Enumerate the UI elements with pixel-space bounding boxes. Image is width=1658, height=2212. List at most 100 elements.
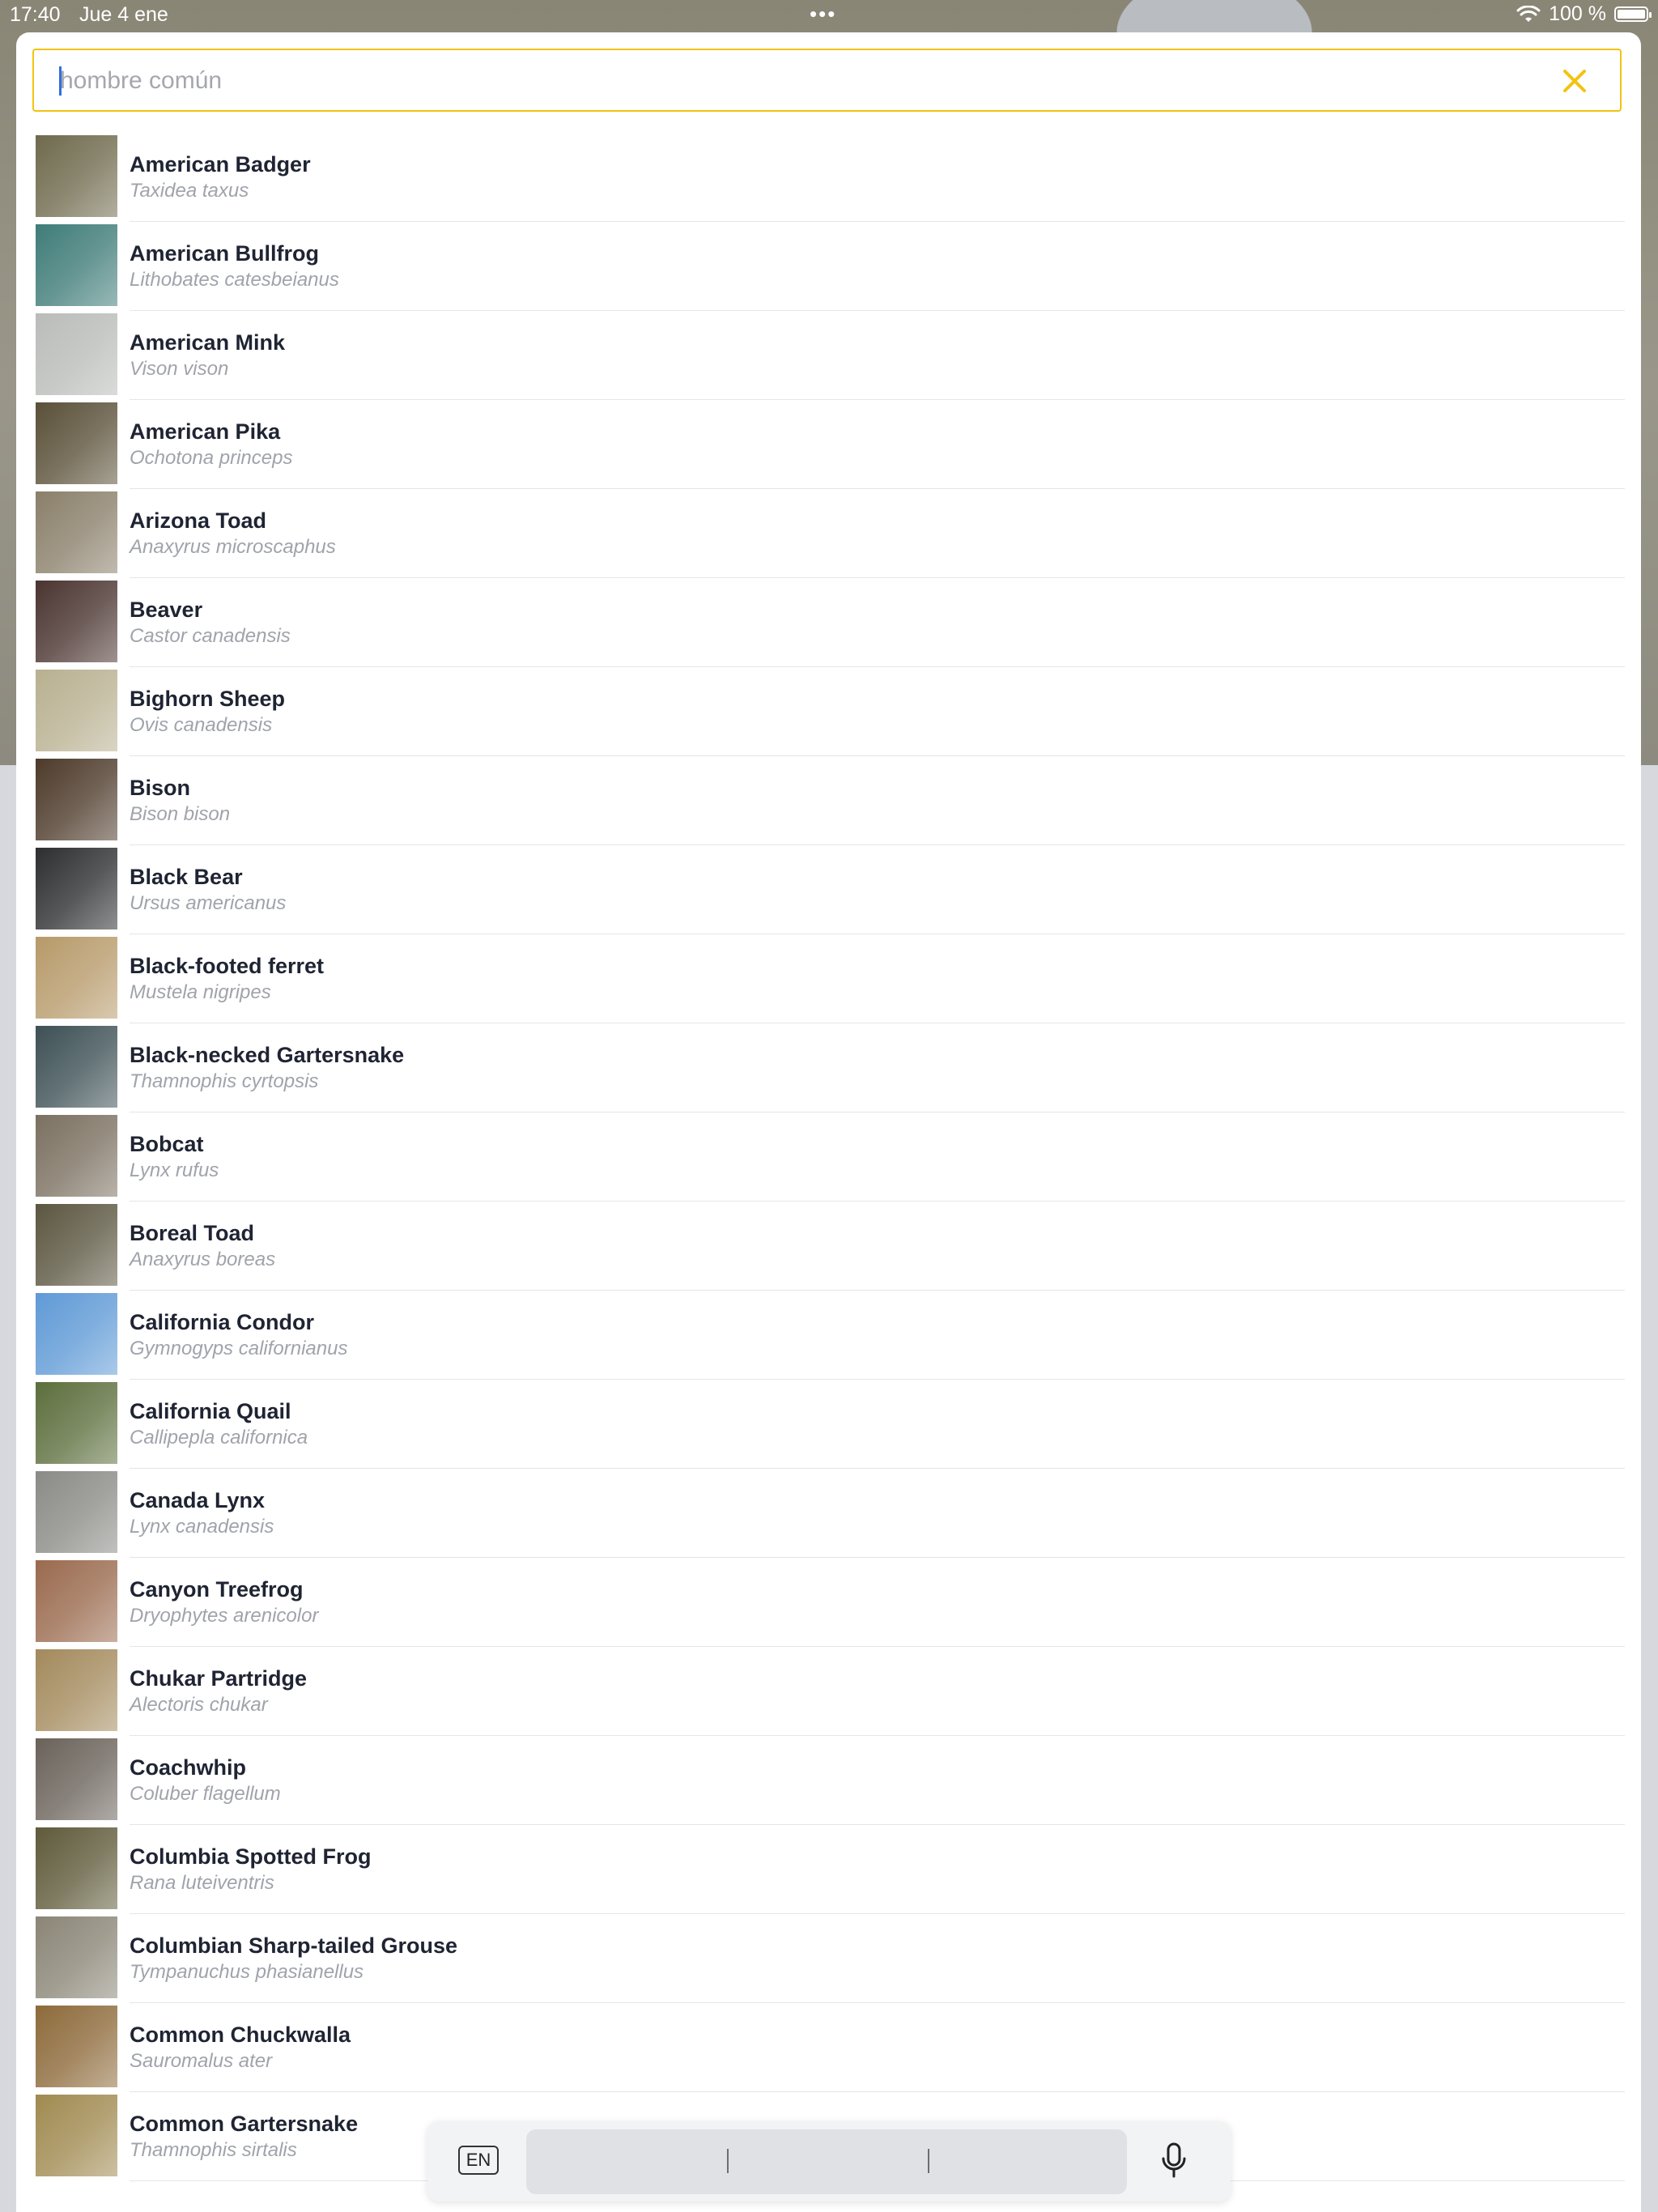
keyboard-shortcut-bar: EN xyxy=(427,2121,1231,2201)
microphone-icon[interactable] xyxy=(1159,2142,1188,2180)
species-scientific-name: Taxidea taxus xyxy=(130,180,249,202)
list-item[interactable]: American Bullfrog Lithobates catesbeianus xyxy=(36,222,1625,311)
close-icon[interactable] xyxy=(1560,66,1589,96)
species-thumbnail xyxy=(36,1382,117,1464)
species-common-name: Coachwhip xyxy=(130,1755,247,1780)
species-thumbnail xyxy=(36,491,117,573)
species-common-name: American Pika xyxy=(130,419,281,444)
species-common-name: Arizona Toad xyxy=(130,508,267,533)
species-scientific-name: Gymnogyps californianus xyxy=(130,1338,348,1359)
suggestion-divider xyxy=(727,2149,729,2173)
species-common-name: Black Bear xyxy=(130,865,243,889)
list-item[interactable]: California Quail Callipepla californica xyxy=(36,1380,1625,1469)
list-item[interactable]: Black-footed ferret Mustela nigripes xyxy=(36,934,1625,1023)
list-item[interactable]: Canyon Treefrog Dryophytes arenicolor xyxy=(36,1558,1625,1647)
species-common-name: California Condor xyxy=(130,1310,314,1334)
species-common-name: Bighorn Sheep xyxy=(130,687,286,711)
species-scientific-name: Sauromalus ater xyxy=(130,2050,273,2072)
species-thumbnail xyxy=(36,1026,117,1108)
species-scientific-name: Bison bison xyxy=(130,803,231,825)
species-thumbnail xyxy=(36,1560,117,1642)
list-item[interactable]: Beaver Castor canadensis xyxy=(36,578,1625,667)
species-thumbnail xyxy=(36,1115,117,1197)
list-item[interactable]: American Mink Vison vison xyxy=(36,311,1625,400)
species-thumbnail xyxy=(36,848,117,929)
list-item[interactable]: Black-necked Gartersnake Thamnophis cyrto… xyxy=(36,1023,1625,1112)
species-thumbnail xyxy=(36,1471,117,1553)
species-scientific-name: Lynx rufus xyxy=(130,1159,219,1181)
species-thumbnail xyxy=(36,313,117,395)
species-scientific-name: Anaxyrus microscaphus xyxy=(130,536,336,558)
species-thumbnail xyxy=(36,1916,117,1998)
species-thumbnail xyxy=(36,670,117,751)
species-common-name: Bobcat xyxy=(130,1132,204,1156)
status-indicators: 100 % xyxy=(1516,2,1652,26)
status-time: 17:40 xyxy=(10,3,61,26)
list-item[interactable]: Bighorn Sheep Ovis canadensis xyxy=(36,667,1625,756)
species-thumbnail xyxy=(36,224,117,306)
list-item[interactable]: American Badger Taxidea taxus xyxy=(36,133,1625,222)
species-thumbnail xyxy=(36,135,117,217)
multitasking-dots-icon[interactable]: ••• xyxy=(810,2,836,27)
search-input[interactable] xyxy=(58,50,1535,112)
species-scientific-name: Rana luteiventris xyxy=(130,1872,274,1894)
species-common-name: Columbian Sharp-tailed Grouse xyxy=(130,1933,458,1958)
species-scientific-name: Thamnophis sirtalis xyxy=(130,2139,297,2161)
status-date: Jue 4 ene xyxy=(79,3,168,26)
species-scientific-name: Lynx canadensis xyxy=(130,1516,274,1538)
status-bar: 17:40 Jue 4 ene ••• 100 % xyxy=(0,0,1658,32)
species-thumbnail xyxy=(36,581,117,662)
list-item[interactable]: Bison Bison bison xyxy=(36,756,1625,845)
language-key[interactable]: EN xyxy=(458,2146,499,2175)
species-common-name: Common Chuckwalla xyxy=(130,2023,351,2047)
species-thumbnail xyxy=(36,402,117,484)
species-common-name: Boreal Toad xyxy=(130,1221,255,1245)
species-scientific-name: Coluber flagellum xyxy=(130,1783,281,1805)
species-thumbnail xyxy=(36,1827,117,1909)
predictive-suggestions[interactable] xyxy=(526,2129,1127,2194)
list-item[interactable]: California Condor Gymnogyps californianus xyxy=(36,1291,1625,1380)
species-thumbnail xyxy=(36,1204,117,1286)
list-item[interactable]: Columbian Sharp-tailed Grouse Tympanuchus… xyxy=(36,1914,1625,2003)
species-thumbnail xyxy=(36,1293,117,1375)
species-common-name: American Bullfrog xyxy=(130,241,320,266)
species-thumbnail xyxy=(36,2006,117,2087)
species-common-name: Bison xyxy=(130,776,191,800)
battery-percentage: 100 % xyxy=(1549,2,1606,25)
species-scientific-name: Alectoris chukar xyxy=(130,1694,268,1716)
list-item[interactable]: Common Chuckwalla Sauromalus ater xyxy=(36,2003,1625,2092)
list-item[interactable]: Chukar Partridge Alectoris chukar xyxy=(36,1647,1625,1736)
list-item[interactable]: Black Bear Ursus americanus xyxy=(36,845,1625,934)
list-item[interactable]: Coachwhip Coluber flagellum xyxy=(36,1736,1625,1825)
search-box[interactable] xyxy=(32,49,1622,112)
species-scientific-name: Mustela nigripes xyxy=(130,981,271,1003)
species-common-name: Chukar Partridge xyxy=(130,1666,308,1691)
species-scientific-name: Callipepla californica xyxy=(130,1427,308,1448)
species-thumbnail xyxy=(36,1738,117,1820)
species-scientific-name: Thamnophis cyrtopsis xyxy=(130,1070,319,1092)
species-common-name: Columbia Spotted Frog xyxy=(130,1844,372,1869)
species-thumbnail xyxy=(36,759,117,840)
species-common-name: American Badger xyxy=(130,152,311,177)
list-item[interactable]: Columbia Spotted Frog Rana luteiventris xyxy=(36,1825,1625,1914)
species-thumbnail xyxy=(36,937,117,1019)
species-scientific-name: Dryophytes arenicolor xyxy=(130,1605,319,1627)
species-common-name: Canada Lynx xyxy=(130,1488,266,1512)
suggestion-divider xyxy=(928,2149,929,2173)
species-scientific-name: Tympanuchus phasianellus xyxy=(130,1961,364,1983)
list-item[interactable]: Boreal Toad Anaxyrus boreas xyxy=(36,1202,1625,1291)
species-thumbnail xyxy=(36,2095,117,2176)
species-scientific-name: Ochotona princeps xyxy=(130,447,293,469)
list-item[interactable]: Arizona Toad Anaxyrus microscaphus xyxy=(36,489,1625,578)
list-item[interactable]: American Pika Ochotona princeps xyxy=(36,400,1625,489)
species-thumbnail xyxy=(36,1649,117,1731)
list-item[interactable]: Canada Lynx Lynx canadensis xyxy=(36,1469,1625,1558)
battery-icon xyxy=(1614,6,1652,22)
species-common-name: Common Gartersnake xyxy=(130,2112,359,2136)
text-cursor xyxy=(59,66,62,96)
species-list: American Badger Taxidea taxus American Bul… xyxy=(36,133,1625,2181)
wifi-icon xyxy=(1516,5,1541,22)
list-item[interactable]: Bobcat Lynx rufus xyxy=(36,1112,1625,1202)
species-common-name: Black-footed ferret xyxy=(130,954,325,978)
search-sheet: American Badger Taxidea taxus American Bul… xyxy=(16,32,1641,2212)
